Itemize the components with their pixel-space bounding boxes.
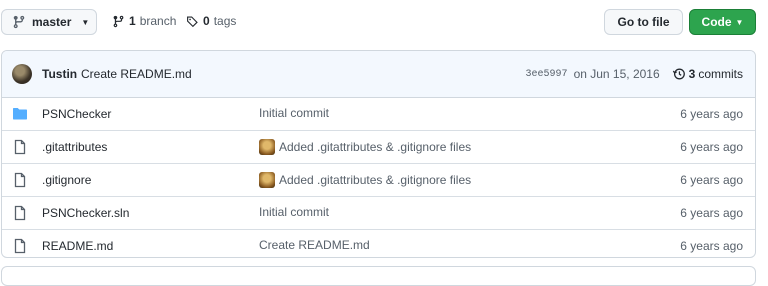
file-row[interactable]: PSNChecker.sln Initial commit 6 years ago bbox=[2, 196, 755, 229]
commit-author-avatar bbox=[259, 172, 275, 188]
git-branch-icon bbox=[113, 15, 124, 27]
latest-commit-bar: Tustin Create README.md 3ee5997 on Jun 1… bbox=[2, 51, 755, 98]
commit-message[interactable]: Create README.md bbox=[81, 67, 192, 81]
tag-icon bbox=[187, 15, 198, 27]
file-row[interactable]: .gitattributes Added .gitattributes & .gi… bbox=[2, 130, 755, 163]
file-age: 6 years ago bbox=[680, 173, 743, 187]
go-to-file-button[interactable]: Go to file bbox=[604, 9, 683, 35]
folder-icon bbox=[12, 106, 28, 122]
file-row[interactable]: README.md Create README.md 6 years ago bbox=[2, 229, 755, 257]
commit-date: on Jun 15, 2016 bbox=[573, 67, 660, 81]
git-branch-icon bbox=[13, 15, 25, 29]
file-name-link[interactable]: PSNChecker.sln bbox=[42, 206, 129, 220]
file-list: PSNChecker Initial commit 6 years ago .gita… bbox=[2, 98, 755, 257]
caret-down-icon: ▼ bbox=[81, 17, 90, 27]
caret-down-icon: ▼ bbox=[735, 17, 744, 27]
file-age: 6 years ago bbox=[680, 239, 743, 253]
file-icon bbox=[12, 205, 28, 221]
file-commit-message-link[interactable]: Initial commit bbox=[259, 205, 329, 219]
commit-author[interactable]: Tustin bbox=[42, 67, 77, 81]
tag-count: 0 bbox=[203, 14, 210, 28]
branch-count: 1 bbox=[129, 14, 136, 28]
commit-author-avatar bbox=[259, 139, 275, 155]
commit-message-cell: Added .gitattributes & .gitignore files bbox=[259, 172, 471, 188]
file-commit-message-link[interactable]: Initial commit bbox=[259, 106, 329, 120]
commit-message-cell: Create README.md bbox=[259, 238, 370, 252]
commit-message-cell: Initial commit bbox=[259, 205, 329, 219]
file-name-link[interactable]: PSNChecker bbox=[42, 107, 111, 121]
file-name-link[interactable]: .gitignore bbox=[42, 173, 91, 187]
commit-count: 3 bbox=[688, 67, 696, 81]
commit-count-word: commits bbox=[698, 67, 743, 81]
history-icon bbox=[672, 68, 685, 80]
file-icon bbox=[12, 238, 28, 254]
readme-box-edge bbox=[1, 266, 756, 286]
file-icon bbox=[12, 172, 28, 188]
branch-name: master bbox=[32, 15, 72, 29]
commit-message-cell: Added .gitattributes & .gitignore files bbox=[259, 139, 471, 155]
repo-toolbar: master ▼ 1 branch 0 tags Go to file Code… bbox=[0, 0, 768, 44]
code-button[interactable]: Code ▼ bbox=[689, 9, 756, 35]
tags-link[interactable]: 0 tags bbox=[186, 14, 236, 28]
file-row[interactable]: PSNChecker Initial commit 6 years ago bbox=[2, 98, 755, 130]
file-commit-message-link[interactable]: Added .gitattributes & .gitignore files bbox=[279, 173, 471, 187]
file-age: 6 years ago bbox=[680, 140, 743, 154]
branch-select-button[interactable]: master ▼ bbox=[1, 9, 97, 35]
author-avatar[interactable] bbox=[12, 64, 32, 84]
file-name-link[interactable]: .gitattributes bbox=[42, 140, 107, 154]
branch-word: branch bbox=[139, 14, 177, 28]
file-commit-message-link[interactable]: Create README.md bbox=[259, 238, 370, 252]
commit-sha[interactable]: 3ee5997 bbox=[526, 69, 568, 80]
file-age: 6 years ago bbox=[680, 107, 743, 121]
branches-link[interactable]: 1 branch bbox=[112, 14, 176, 28]
code-button-label: Code bbox=[701, 15, 732, 29]
file-browser: Tustin Create README.md 3ee5997 on Jun 1… bbox=[1, 50, 756, 258]
file-row[interactable]: .gitignore Added .gitattributes & .gitign… bbox=[2, 163, 755, 196]
file-name-link[interactable]: README.md bbox=[42, 239, 113, 253]
file-commit-message-link[interactable]: Added .gitattributes & .gitignore files bbox=[279, 140, 471, 154]
tag-word: tags bbox=[213, 14, 237, 28]
file-age: 6 years ago bbox=[680, 206, 743, 220]
commit-info: 3ee5997 on Jun 15, 2016 3 commits bbox=[526, 67, 743, 81]
file-icon bbox=[12, 139, 28, 155]
commits-link[interactable]: 3 commits bbox=[672, 67, 743, 81]
commit-message-cell: Initial commit bbox=[259, 106, 329, 120]
